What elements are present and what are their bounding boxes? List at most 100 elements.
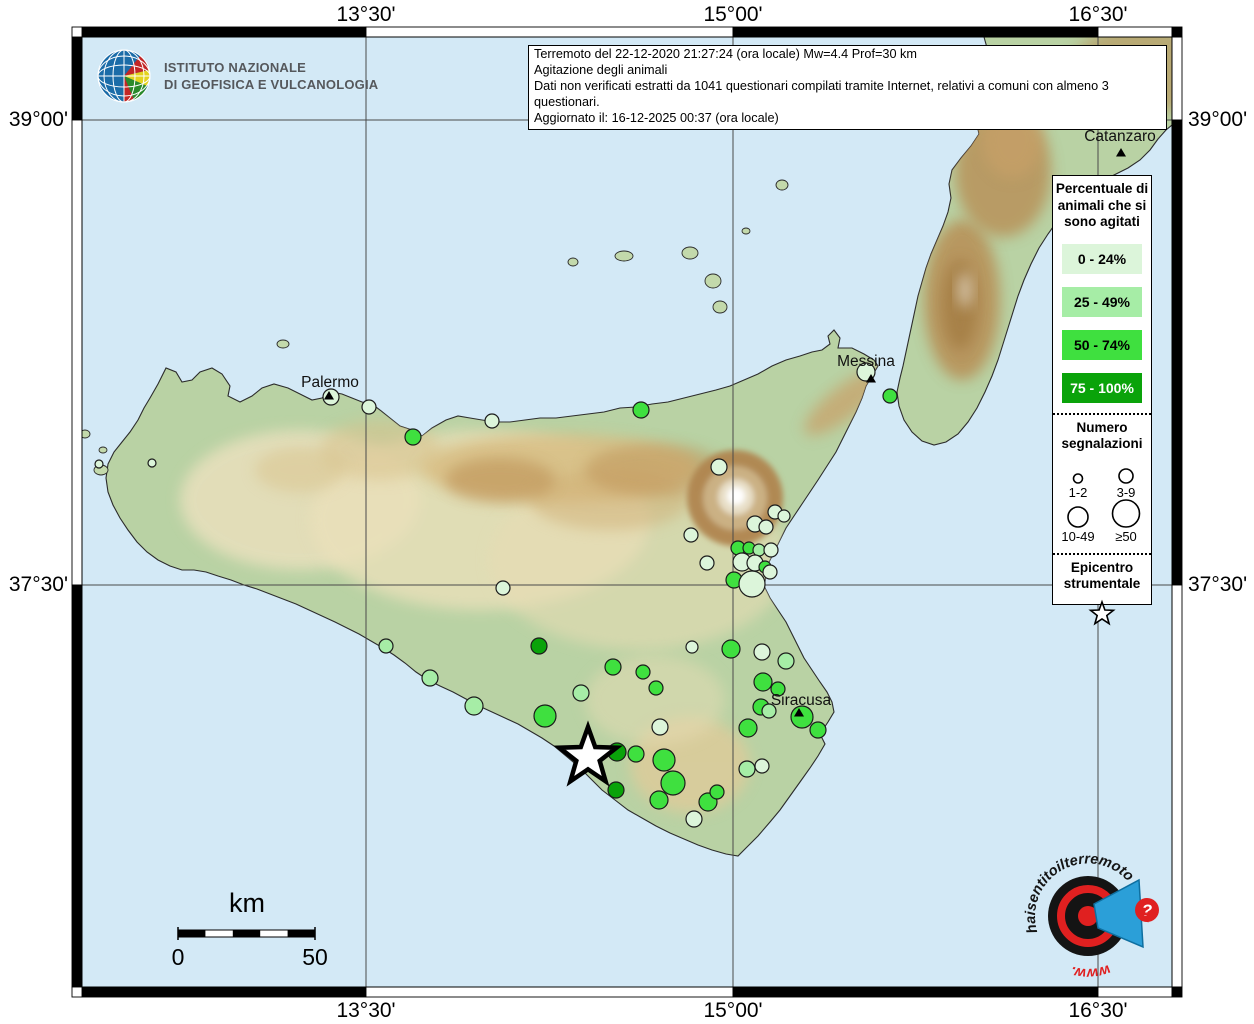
- axis-right-3900: 39°00': [1188, 108, 1248, 131]
- island: [614, 250, 634, 262]
- scalebar-end: 50: [302, 944, 328, 970]
- legend-epi-title: Epicentro strumentale: [1063, 559, 1141, 592]
- report-circle: [738, 760, 756, 778]
- map-page: { "header": { "ingv_line1": "ISTITUTO NA…: [0, 0, 1254, 1024]
- report-circle: [651, 718, 669, 736]
- ingv-name-line1: ISTITUTO NAZIONALE: [164, 60, 307, 75]
- legend: Percentuale di animali che si sono agita…: [1052, 175, 1152, 626]
- report-circle: [648, 680, 664, 696]
- report-circle: [754, 758, 770, 774]
- report-circle: [378, 638, 394, 654]
- legend-size-label: ≥50: [1115, 528, 1137, 544]
- city-label: Catanzaro: [1084, 128, 1156, 145]
- report-circle: [685, 640, 699, 654]
- axis-right-3730: 37°30': [1188, 573, 1248, 596]
- report-circle: [632, 401, 650, 419]
- scalebar-start: 0: [171, 944, 185, 970]
- watermark-arc-suffix: .it: [1136, 907, 1153, 923]
- ingv-logo-block: ISTITUTO NAZIONALE DI GEOFISICA E VULCAN…: [96, 48, 378, 104]
- report-circle: [635, 664, 651, 680]
- report-circle: [652, 748, 676, 772]
- report-circle: [421, 669, 439, 687]
- legend-swatch: 50 - 74%: [1062, 329, 1142, 360]
- report-circle: [790, 705, 814, 729]
- legend-size-class: 10-49: [1054, 499, 1102, 543]
- event-info-box: Terremoto del 22-12-2020 21:27:24 (ora l…: [528, 45, 1167, 130]
- island: [712, 300, 728, 314]
- ingv-globe-icon: [97, 49, 151, 103]
- report-circle: [604, 658, 622, 676]
- event-updated: Aggiornato il: 16-12-2025 00:37 (ora loc…: [534, 110, 779, 125]
- legend-size-circle: [1067, 505, 1089, 528]
- axis-top-1330: 13°30': [336, 3, 396, 26]
- terrain-blob: [255, 448, 345, 492]
- report-circle: [464, 696, 484, 716]
- legend-swatch: 0 - 24%: [1062, 243, 1142, 274]
- island: [775, 179, 789, 191]
- axis-bottom-1330: 13°30': [336, 999, 396, 1022]
- island: [567, 257, 579, 267]
- report-circle: [685, 810, 703, 828]
- report-circle: [683, 527, 699, 543]
- legend-size-circle: [1072, 472, 1084, 484]
- axis-bottom-1500: 15°00': [703, 999, 763, 1022]
- report-circle: [627, 745, 645, 763]
- report-circle: [533, 704, 557, 728]
- city-label: Palermo: [301, 374, 359, 391]
- island: [276, 339, 290, 349]
- axis-top-1630: 16°30': [1068, 3, 1128, 26]
- report-circle: [484, 413, 500, 429]
- scalebar-unit: km: [229, 888, 265, 918]
- report-circle: [763, 542, 779, 558]
- report-circle: [147, 458, 157, 468]
- legend-pct-title: Percentuale di animali che si sono agita…: [1055, 181, 1149, 229]
- axis-left-3730: 37°30': [8, 573, 68, 596]
- report-circle: [762, 564, 778, 580]
- report-circle: [699, 555, 715, 571]
- legend-size-class: ≥50: [1102, 498, 1150, 544]
- event-title: Terremoto del 22-12-2020 21:27:24 (ora l…: [534, 47, 917, 61]
- report-circle: [607, 781, 625, 799]
- epicenter-legend-star: [1088, 599, 1116, 626]
- legend-size-label: 3-9: [1116, 484, 1136, 500]
- axis-bottom-1630: 16°30': [1068, 999, 1128, 1022]
- report-circle: [94, 459, 104, 469]
- ingv-name-line2: DI GEOFISICA E VULCANOLOGIA: [164, 77, 379, 92]
- report-circle: [361, 399, 377, 415]
- legend-size-label: 1-2: [1068, 484, 1088, 500]
- report-circle: [753, 643, 771, 661]
- legend-swatch: 25 - 49%: [1062, 286, 1142, 317]
- legend-size-circle: [1111, 498, 1141, 528]
- legend-size-circle: [1118, 467, 1134, 484]
- report-circle: [649, 790, 669, 810]
- report-circle: [758, 519, 774, 535]
- legend-swatch: 75 - 100%: [1062, 372, 1142, 403]
- event-subtitle: Agitazione degli animali: [534, 62, 668, 77]
- report-circle: [752, 543, 766, 557]
- report-circle: [495, 580, 511, 596]
- legend-swatches: 0 - 24% 25 - 49% 50 - 74% 75 - 100%: [1053, 243, 1151, 403]
- report-circle: [738, 718, 758, 738]
- island: [681, 246, 699, 260]
- report-circle: [777, 652, 795, 670]
- city-label: Siracusa: [771, 692, 832, 709]
- legend-size-label: 10-49: [1061, 528, 1095, 544]
- report-circle: [709, 784, 725, 800]
- legend-num-title: Numero segnalazioni: [1061, 419, 1143, 452]
- city-label: Messina: [837, 353, 895, 370]
- report-circle: [530, 637, 548, 655]
- island: [704, 273, 722, 289]
- legend-size-classes: 1-2 3-9 10-49 ≥50: [1054, 455, 1150, 543]
- terrain-blob: [445, 458, 555, 502]
- report-circle: [777, 509, 791, 523]
- report-circle: [809, 721, 827, 739]
- axis-left-3900: 39°00': [8, 108, 68, 131]
- island: [741, 227, 751, 235]
- report-circle: [738, 570, 766, 598]
- island: [98, 446, 108, 454]
- terrain-blob: [958, 272, 972, 308]
- report-circle: [882, 388, 898, 404]
- event-datanote: Dati non verificati estratti da 1041 que…: [534, 78, 1109, 109]
- report-circle: [710, 458, 728, 476]
- legend-size-class: 1-2: [1054, 455, 1102, 499]
